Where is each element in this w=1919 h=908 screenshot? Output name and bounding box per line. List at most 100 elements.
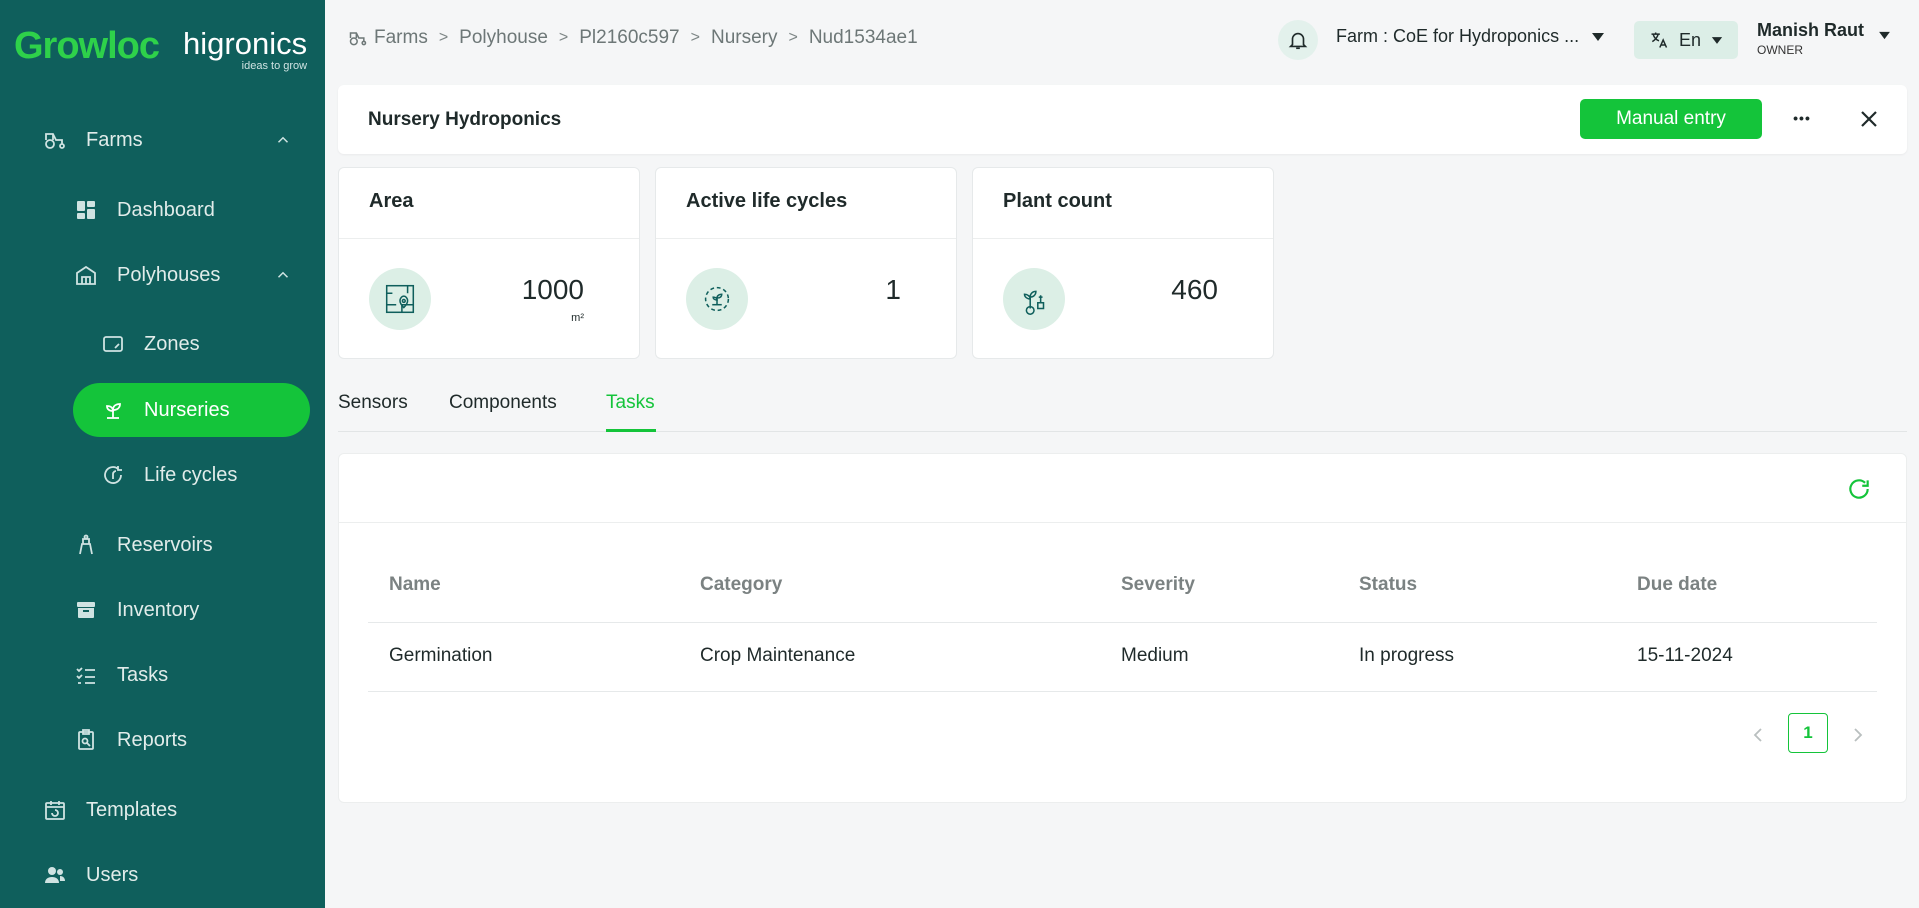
sidebar-item-label: Dashboard xyxy=(117,198,215,221)
plant-count-title: Plant count xyxy=(1003,190,1112,212)
reservoir-icon xyxy=(73,532,99,558)
area-card: Area 1000 m² xyxy=(338,167,640,359)
user-name: Manish Raut xyxy=(1757,20,1865,40)
user-menu[interactable]: Manish Raut OWNER xyxy=(1757,20,1864,57)
sidebar-item-dashboard[interactable]: Dashboard xyxy=(73,183,293,237)
breadcrumb-polyhouse-id[interactable]: Pl2160c597 xyxy=(579,27,679,49)
brand-logos: Growloc higronics ideas to grow xyxy=(14,26,307,72)
tasks-table-card: Name Category Severity Status Due date G… xyxy=(338,453,1907,803)
close-icon xyxy=(1861,111,1877,127)
sidebar-item-inventory[interactable]: Inventory xyxy=(73,583,293,637)
active-life-cycles-title: Active life cycles xyxy=(686,190,848,212)
plant-count-icon xyxy=(1003,268,1065,330)
polyhouse-icon xyxy=(73,262,99,288)
sidebar-item-nurseries[interactable]: Nurseries xyxy=(73,383,310,437)
area-value: 1000 xyxy=(521,274,584,305)
farm-selector[interactable]: Farm : CoE for Hydroponics ... xyxy=(1336,26,1605,47)
manual-entry-button[interactable]: Manual entry xyxy=(1580,99,1762,139)
sidebar-item-label: Reservoirs xyxy=(117,533,213,556)
sidebar-item-label: Life cycles xyxy=(144,463,238,486)
breadcrumb-separator: > xyxy=(558,29,569,46)
area-title: Area xyxy=(369,190,414,212)
chevron-up-icon[interactable] xyxy=(274,131,292,149)
user-role: OWNER xyxy=(1757,43,1803,57)
sprout-icon xyxy=(100,397,126,423)
breadcrumb: Farms > Polyhouse > Pl2160c597 > Nursery… xyxy=(348,27,918,49)
breadcrumb-nursery[interactable]: Nursery xyxy=(711,27,778,49)
chevron-left-icon xyxy=(1753,728,1762,742)
sidebar: Growloc higronics ideas to grow Farms Da… xyxy=(0,0,325,908)
breadcrumb-polyhouse[interactable]: Polyhouse xyxy=(459,27,548,49)
pagination-prev-button[interactable] xyxy=(1743,720,1773,750)
language-label: En xyxy=(1678,29,1702,50)
area-unit: m² xyxy=(571,312,584,324)
pagination-page[interactable]: 1 xyxy=(1788,713,1828,753)
cycle-icon xyxy=(100,462,126,488)
sidebar-item-zones[interactable]: Zones xyxy=(100,317,290,371)
more-icon: ••• xyxy=(1793,110,1811,126)
caret-down-icon xyxy=(1592,32,1605,41)
caret-down-icon[interactable] xyxy=(1878,31,1891,40)
sidebar-item-label: Reports xyxy=(117,728,188,751)
tab-tasks[interactable]: Tasks xyxy=(606,392,655,414)
refresh-icon[interactable] xyxy=(1846,476,1872,502)
sidebar-item-label: Polyhouses xyxy=(117,263,221,286)
tab-components[interactable]: Components xyxy=(449,392,557,414)
tab-bar: Sensors Components Tasks xyxy=(338,386,1907,432)
zone-icon xyxy=(100,331,126,357)
column-header-status[interactable]: Status xyxy=(1359,574,1417,596)
sidebar-item-label: Tasks xyxy=(117,663,169,686)
close-button[interactable] xyxy=(1854,104,1884,134)
column-header-due-date[interactable]: Due date xyxy=(1637,574,1717,596)
pagination-next-button[interactable] xyxy=(1843,720,1873,750)
dashboard-icon xyxy=(73,197,99,223)
reports-icon xyxy=(73,727,99,753)
sidebar-item-templates[interactable]: Templates xyxy=(42,783,292,837)
table-toolbar xyxy=(339,454,1906,523)
cell-status: In progress xyxy=(1359,645,1455,666)
sidebar-item-label: Users xyxy=(86,863,139,886)
tractor-icon xyxy=(42,127,68,153)
active-life-cycles-card: Active life cycles 1 xyxy=(655,167,957,359)
nursery-header: Nursery Hydroponics Manual entry ••• xyxy=(338,85,1907,154)
tasks-icon xyxy=(73,662,99,688)
sidebar-item-label: Farms xyxy=(86,128,143,151)
active-tab-indicator xyxy=(606,429,656,432)
plant-count-card: Plant count 460 xyxy=(972,167,1274,359)
chevron-right-icon xyxy=(1854,728,1863,742)
breadcrumb-farms[interactable]: Farms xyxy=(374,27,428,49)
column-header-category[interactable]: Category xyxy=(700,574,782,596)
more-options-button[interactable]: ••• xyxy=(1784,103,1820,133)
plant-count-value: 460 xyxy=(1171,274,1218,305)
users-icon xyxy=(42,862,68,888)
table-divider xyxy=(368,691,1877,692)
sidebar-item-reports[interactable]: Reports xyxy=(73,713,293,767)
sidebar-item-label: Templates xyxy=(86,798,178,821)
translate-icon xyxy=(1651,32,1668,48)
sidebar-item-tasks[interactable]: Tasks xyxy=(73,648,293,702)
sidebar-item-polyhouses[interactable]: Polyhouses xyxy=(73,248,292,302)
cell-severity: Medium xyxy=(1121,645,1189,666)
life-cycle-icon xyxy=(686,268,748,330)
tractor-icon xyxy=(348,28,368,48)
column-header-name[interactable]: Name xyxy=(389,574,441,596)
breadcrumb-nursery-id: Nud1534ae1 xyxy=(808,27,918,48)
sidebar-item-label: Inventory xyxy=(117,598,200,621)
table-divider xyxy=(368,622,1877,623)
divider xyxy=(973,238,1273,239)
divider xyxy=(656,238,956,239)
cell-name: Germination xyxy=(389,645,493,666)
bell-icon xyxy=(1288,32,1308,50)
language-selector[interactable]: En xyxy=(1634,21,1738,59)
higronics-logo: higronics ideas to grow xyxy=(183,26,307,72)
tab-sensors[interactable]: Sensors xyxy=(338,392,408,414)
sidebar-item-users[interactable]: Users xyxy=(42,848,292,902)
sidebar-item-life-cycles[interactable]: Life cycles xyxy=(100,448,290,502)
notifications-button[interactable] xyxy=(1278,20,1318,60)
column-header-severity[interactable]: Severity xyxy=(1121,574,1195,596)
sidebar-item-farms[interactable]: Farms xyxy=(42,113,292,167)
higronics-tagline: ideas to grow xyxy=(241,60,308,72)
chevron-up-icon[interactable] xyxy=(274,266,292,284)
sidebar-item-reservoirs[interactable]: Reservoirs xyxy=(73,518,293,572)
higronics-wordmark: higronics xyxy=(183,26,308,61)
